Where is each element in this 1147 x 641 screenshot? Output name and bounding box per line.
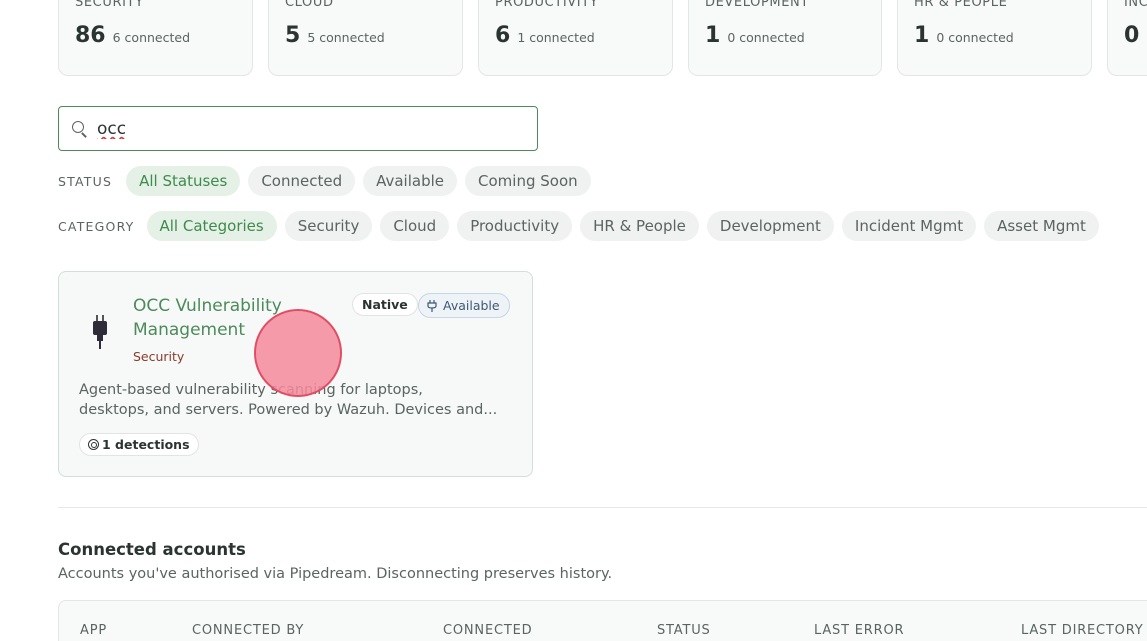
column-header-app[interactable]: APP xyxy=(80,623,107,638)
status-pill-connected[interactable]: Connected xyxy=(248,166,356,196)
search-icon xyxy=(71,120,89,138)
stat-card-development[interactable]: DEVELOPMENT 1 0 connected xyxy=(688,0,882,76)
status-pill-all[interactable]: All Statuses xyxy=(126,166,241,196)
column-header-connected[interactable]: CONNECTED xyxy=(443,623,532,638)
stat-sub: 0 connected xyxy=(936,30,1014,45)
stat-value: 1 xyxy=(914,23,930,48)
fingerprint-icon xyxy=(88,439,99,450)
search-input[interactable] xyxy=(97,118,497,139)
stat-label: HR & PEOPLE xyxy=(914,0,1008,10)
status-filter-label: STATUS xyxy=(58,173,113,189)
category-pill-security[interactable]: Security xyxy=(284,211,373,241)
status-pill-coming-soon[interactable]: Coming Soon xyxy=(465,166,591,196)
stat-value: 0 xyxy=(1124,23,1140,48)
stat-card-incident[interactable]: INC 0 xyxy=(1107,0,1147,76)
connected-accounts-table: APP CONNECTED BY CONNECTED STATUS LAST E… xyxy=(58,600,1147,641)
category-filter-label: CATEGORY xyxy=(58,218,135,234)
stat-value: 1 xyxy=(705,23,721,48)
description-line-2: desktops, and servers. Powered by Wazuh.… xyxy=(79,402,498,418)
native-badge: Native xyxy=(352,293,418,316)
integration-category: Security xyxy=(133,349,185,364)
category-pill-cloud[interactable]: Cloud xyxy=(380,211,450,241)
stat-label: SECURITY xyxy=(75,0,144,10)
status-badge-label: Available xyxy=(443,298,500,313)
category-pill-asset-mgmt[interactable]: Asset Mgmt xyxy=(984,211,1099,241)
column-header-last-directory[interactable]: LAST DIRECTORY S xyxy=(1021,623,1147,638)
stat-value: 6 xyxy=(495,23,511,48)
stat-label: DEVELOPMENT xyxy=(705,0,809,10)
category-pill-incident-mgmt[interactable]: Incident Mgmt xyxy=(841,211,977,241)
category-pill-all[interactable]: All Categories xyxy=(146,211,277,241)
status-badge: Available xyxy=(418,293,510,318)
section-divider xyxy=(58,507,1147,508)
search-box[interactable] xyxy=(58,106,538,151)
category-filter-row: CATEGORY All Categories Security Cloud P… xyxy=(58,211,1107,241)
stat-sub: 0 connected xyxy=(727,30,805,45)
status-pill-available[interactable]: Available xyxy=(363,166,458,196)
detections-label: 1 detections xyxy=(102,437,190,452)
stat-sub: 5 connected xyxy=(307,30,385,45)
stat-card-security[interactable]: SECURITY 86 6 connected xyxy=(58,0,253,76)
category-pill-hr-people[interactable]: HR & People xyxy=(580,211,699,241)
connected-accounts-subtitle: Accounts you've authorised via Pipedream… xyxy=(58,566,613,582)
stat-label: CLOUD xyxy=(285,0,334,10)
column-header-connected-by[interactable]: CONNECTED BY xyxy=(192,623,304,638)
stat-card-hr-people[interactable]: HR & PEOPLE 1 0 connected xyxy=(897,0,1092,76)
detections-badge: 1 detections xyxy=(79,433,199,456)
stat-card-productivity[interactable]: PRODUCTIVITY 6 1 connected xyxy=(478,0,673,76)
plug-icon xyxy=(93,315,107,349)
stat-card-cloud[interactable]: CLOUD 5 5 connected xyxy=(268,0,463,76)
click-indicator xyxy=(254,309,342,397)
stat-value: 5 xyxy=(285,23,301,48)
status-filter-row: STATUS All Statuses Connected Available … xyxy=(58,166,599,196)
connected-accounts-title: Connected accounts xyxy=(58,540,246,559)
stat-sub: 6 connected xyxy=(112,30,191,45)
category-stats: SECURITY 86 6 connected CLOUD 5 5 connecte… xyxy=(58,0,1147,76)
stat-value: 86 xyxy=(75,23,106,48)
column-header-last-error[interactable]: LAST ERROR xyxy=(814,623,904,638)
column-header-status[interactable]: STATUS xyxy=(657,623,711,638)
category-pill-productivity[interactable]: Productivity xyxy=(457,211,573,241)
stat-label: INC xyxy=(1124,0,1147,10)
stat-label: PRODUCTIVITY xyxy=(495,0,599,10)
category-pill-development[interactable]: Development xyxy=(706,211,834,241)
stat-sub: 1 connected xyxy=(517,30,595,45)
plug-small-icon xyxy=(427,299,437,312)
